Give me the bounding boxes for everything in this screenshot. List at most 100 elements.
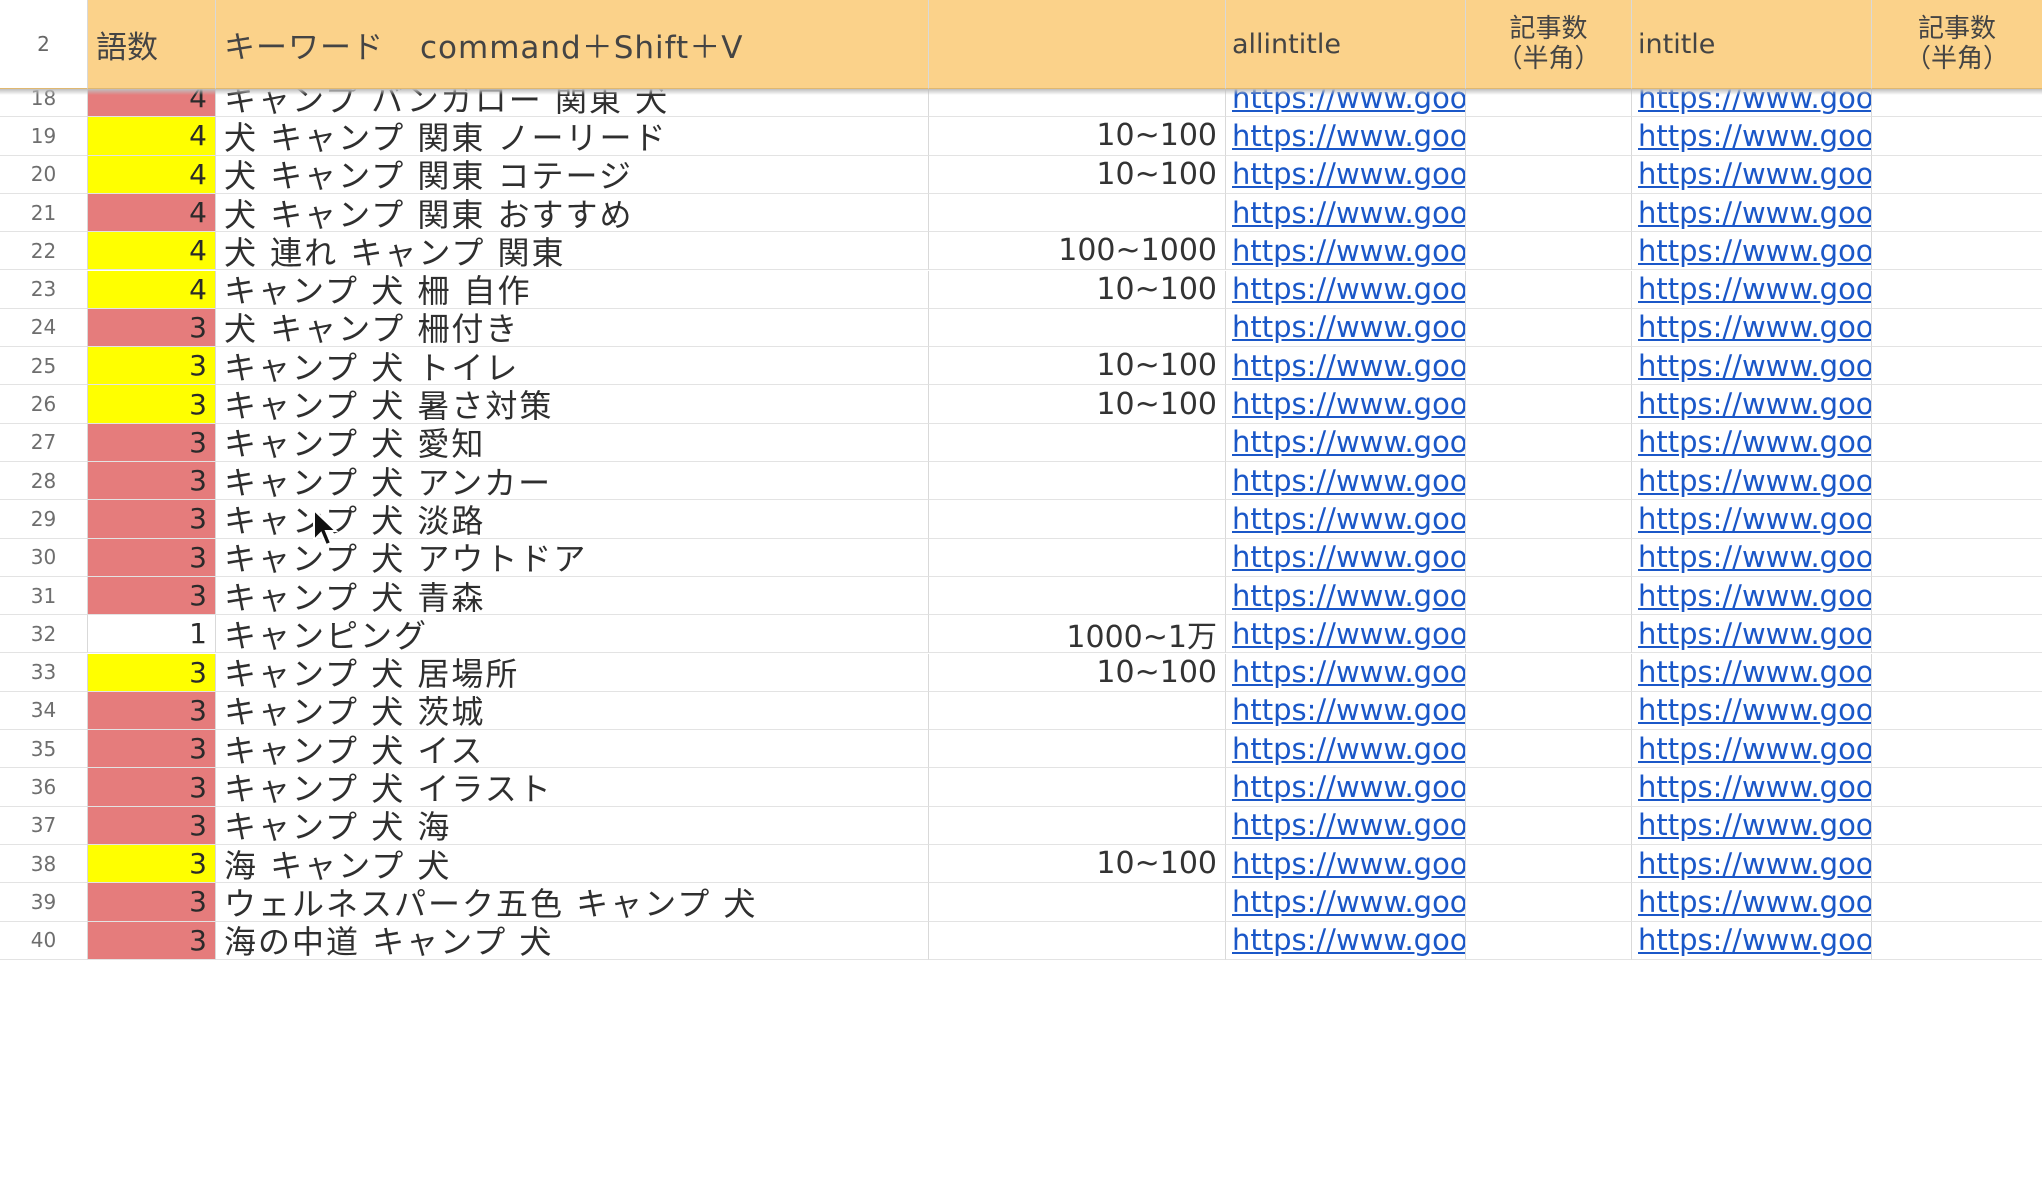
header-row-number[interactable]: 2 (0, 0, 88, 89)
intitle-link-cell[interactable]: https://www.goo (1632, 500, 1872, 539)
keyword-cell[interactable]: 犬 キャンプ 関東 コテージ (216, 155, 929, 194)
word-count-cell[interactable]: 3 (88, 538, 216, 577)
article-count-cell[interactable] (1466, 691, 1632, 731)
intitle-link-cell[interactable]: https://www.goo (1632, 921, 1872, 960)
allintitle-link-cell[interactable]: https://www.goo (1226, 347, 1466, 386)
row-number-cell[interactable]: 28 (0, 462, 88, 501)
header-article-count-cell[interactable]: 記事数 （半角） (1466, 0, 1632, 89)
article-count2-cell[interactable] (1872, 922, 2042, 960)
allintitle-link-cell[interactable]: https://www.goo (1226, 462, 1466, 501)
allintitle-link-cell[interactable]: https://www.goo (1226, 615, 1466, 654)
intitle-link-cell[interactable]: https://www.goo (1632, 653, 1872, 692)
article-count-cell[interactable] (1466, 538, 1632, 577)
search-volume-cell[interactable] (929, 576, 1226, 616)
intitle-link-cell[interactable]: https://www.goo (1632, 270, 1872, 309)
article-count2-cell[interactable] (1872, 424, 2042, 462)
search-volume-cell[interactable]: 10~100 (929, 653, 1226, 692)
header-intitle-cell[interactable]: intitle (1632, 0, 1872, 89)
allintitle-link-cell[interactable]: https://www.goo (1226, 806, 1466, 845)
word-count-cell[interactable]: 3 (88, 730, 216, 769)
article-count2-cell[interactable] (1872, 462, 2042, 501)
article-count-cell[interactable] (1466, 308, 1632, 348)
keyword-cell[interactable]: キャンプ 犬 愛知 (216, 423, 929, 462)
search-volume-cell[interactable] (929, 462, 1226, 501)
keyword-cell[interactable]: 犬 キャンプ 柵付き (216, 308, 929, 348)
article-count-cell[interactable] (1466, 232, 1632, 271)
intitle-link-cell[interactable]: https://www.goo (1632, 768, 1872, 807)
intitle-link-cell[interactable]: https://www.goo (1632, 538, 1872, 577)
row-number-cell[interactable]: 33 (0, 653, 88, 692)
article-count-cell[interactable] (1466, 845, 1632, 884)
word-count-cell[interactable]: 3 (88, 385, 216, 424)
intitle-link-cell[interactable]: https://www.goo (1632, 462, 1872, 501)
search-volume-cell[interactable] (929, 308, 1226, 348)
allintitle-link-cell[interactable]: https://www.goo (1226, 691, 1466, 731)
row-number-cell[interactable]: 21 (0, 193, 88, 233)
article-count2-cell[interactable] (1872, 654, 2042, 692)
word-count-cell[interactable]: 3 (88, 308, 216, 348)
word-count-cell[interactable]: 1 (88, 615, 216, 654)
word-count-cell[interactable]: 3 (88, 653, 216, 692)
intitle-link-cell[interactable]: https://www.goo (1632, 576, 1872, 616)
word-count-cell[interactable]: 4 (88, 117, 216, 156)
allintitle-link-cell[interactable]: https://www.goo (1226, 155, 1466, 194)
article-count-cell[interactable] (1466, 615, 1632, 654)
article-count-cell[interactable] (1466, 117, 1632, 156)
row-number-cell[interactable]: 27 (0, 423, 88, 462)
search-volume-cell[interactable]: 1000~1万 (929, 615, 1226, 654)
allintitle-link-cell[interactable]: https://www.goo (1226, 653, 1466, 692)
word-count-cell[interactable]: 3 (88, 845, 216, 884)
keyword-cell[interactable]: 犬 連れ キャンプ 関東 (216, 232, 929, 271)
keyword-cell[interactable]: ウェルネスパーク五色 キャンプ 犬 (216, 883, 929, 922)
intitle-link-cell[interactable]: https://www.goo (1632, 883, 1872, 922)
article-count-cell[interactable] (1466, 423, 1632, 462)
keyword-cell[interactable]: キャンプ 犬 柵 自作 (216, 270, 929, 309)
word-count-cell[interactable]: 3 (88, 921, 216, 960)
row-number-cell[interactable]: 32 (0, 615, 88, 654)
row-number-cell[interactable]: 26 (0, 385, 88, 424)
allintitle-link-cell[interactable]: https://www.goo (1226, 845, 1466, 884)
keyword-cell[interactable]: キャンプ 犬 トイレ (216, 347, 929, 386)
article-count2-cell[interactable] (1872, 385, 2042, 424)
row-number-cell[interactable]: 30 (0, 538, 88, 577)
article-count-cell[interactable] (1466, 730, 1632, 769)
row-number-cell[interactable]: 34 (0, 691, 88, 731)
row-number-cell[interactable]: 39 (0, 883, 88, 922)
keyword-cell[interactable]: キャンプ 犬 暑さ対策 (216, 385, 929, 424)
article-count-cell[interactable] (1466, 576, 1632, 616)
article-count2-cell[interactable] (1872, 615, 2042, 654)
search-volume-cell[interactable]: 10~100 (929, 347, 1226, 386)
search-volume-cell[interactable] (929, 806, 1226, 845)
search-volume-cell[interactable]: 10~100 (929, 270, 1226, 309)
allintitle-link-cell[interactable]: https://www.goo (1226, 270, 1466, 309)
article-count2-cell[interactable] (1872, 807, 2042, 845)
allintitle-link-cell[interactable]: https://www.goo (1226, 538, 1466, 577)
intitle-link-cell[interactable]: https://www.goo (1632, 615, 1872, 654)
article-count-cell[interactable] (1466, 883, 1632, 922)
article-count-cell[interactable] (1466, 653, 1632, 692)
intitle-link-cell[interactable]: https://www.goo (1632, 385, 1872, 424)
article-count2-cell[interactable] (1872, 845, 2042, 884)
search-volume-cell[interactable] (929, 768, 1226, 807)
header-allintitle-cell[interactable]: allintitle (1226, 0, 1466, 89)
search-volume-cell[interactable] (929, 538, 1226, 577)
keyword-cell[interactable]: 海 キャンプ 犬 (216, 845, 929, 884)
search-volume-cell[interactable] (929, 883, 1226, 922)
row-number-cell[interactable]: 40 (0, 921, 88, 960)
search-volume-cell[interactable] (929, 193, 1226, 233)
search-volume-cell[interactable] (929, 423, 1226, 462)
keyword-cell[interactable]: キャンプ 犬 アンカー (216, 462, 929, 501)
search-volume-cell[interactable] (929, 921, 1226, 960)
row-number-cell[interactable]: 25 (0, 347, 88, 386)
article-count2-cell[interactable] (1872, 768, 2042, 807)
article-count-cell[interactable] (1466, 347, 1632, 386)
row-number-cell[interactable]: 24 (0, 308, 88, 348)
keyword-cell[interactable]: 犬 キャンプ 関東 おすすめ (216, 193, 929, 233)
keyword-cell[interactable]: キャンプ 犬 イス (216, 730, 929, 769)
row-number-cell[interactable]: 38 (0, 845, 88, 884)
allintitle-link-cell[interactable]: https://www.goo (1226, 768, 1466, 807)
search-volume-cell[interactable]: 100~1000 (929, 232, 1226, 271)
row-number-cell[interactable]: 22 (0, 232, 88, 271)
word-count-cell[interactable]: 3 (88, 576, 216, 616)
article-count2-cell[interactable] (1872, 271, 2042, 309)
